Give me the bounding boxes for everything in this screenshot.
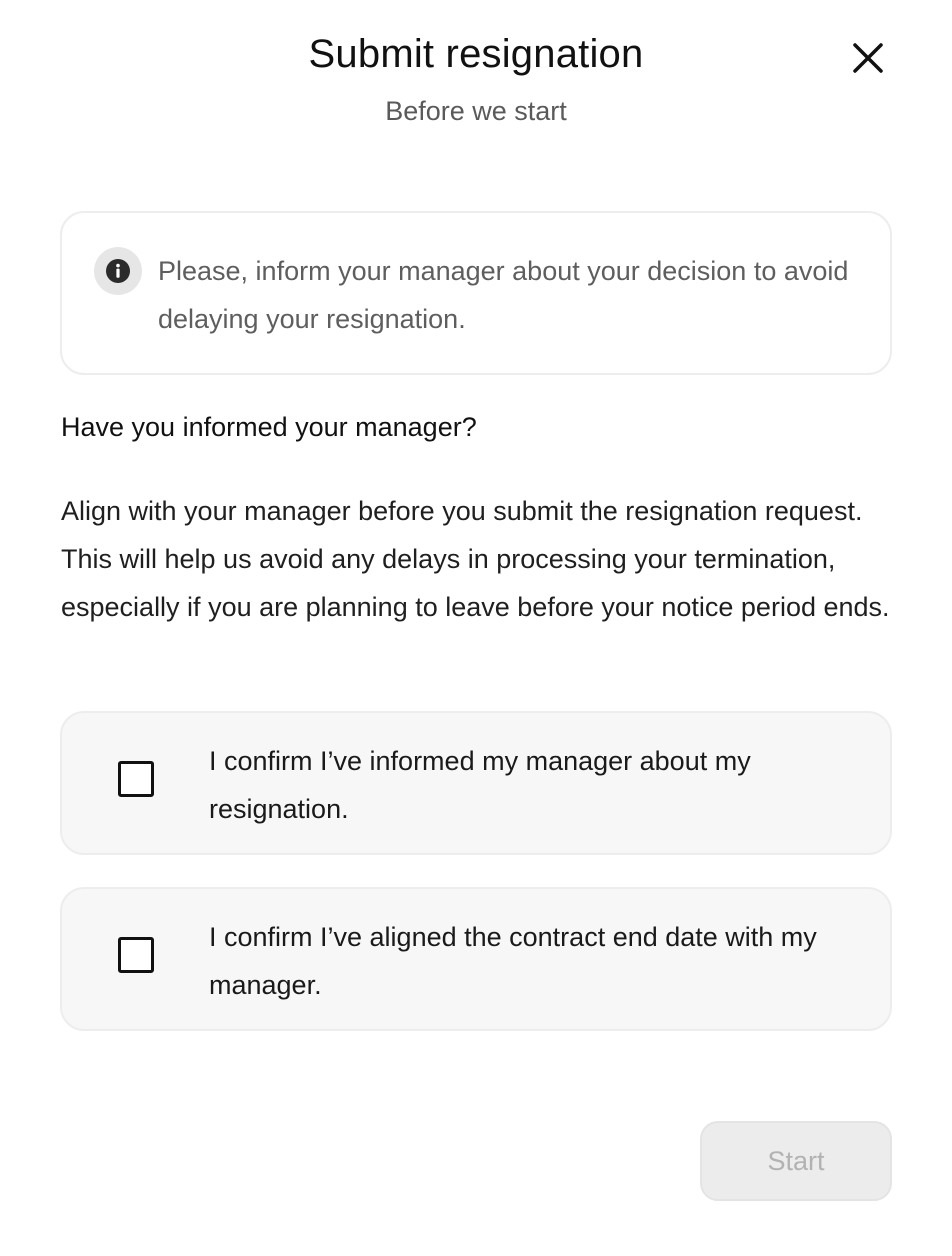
confirm-informed-manager-label: I confirm I’ve informed my manager about…: [209, 746, 751, 824]
confirm-informed-manager-option[interactable]: I confirm I’ve informed my manager about…: [60, 711, 892, 855]
info-icon: [94, 247, 142, 295]
section-description: Align with your manager before you submi…: [61, 496, 890, 622]
section-question: Have you informed your manager?: [61, 412, 477, 442]
confirm-informed-manager-checkbox[interactable]: [118, 761, 154, 797]
dialog-header: Submit resignation Before we start: [0, 0, 952, 160]
info-callout: Please, inform your manager about your d…: [60, 211, 892, 375]
resignation-dialog: Submit resignation Before we start Pleas…: [0, 0, 952, 1256]
close-icon: [853, 43, 883, 73]
dialog-title: Submit resignation: [308, 32, 644, 76]
start-button[interactable]: Start: [700, 1121, 892, 1201]
close-button[interactable]: [840, 30, 896, 86]
confirm-end-date-checkbox[interactable]: [118, 937, 154, 973]
confirm-end-date-label: I confirm I’ve aligned the contract end …: [209, 922, 817, 1000]
confirm-end-date-option[interactable]: I confirm I’ve aligned the contract end …: [60, 887, 892, 1031]
dialog-subtitle: Before we start: [385, 96, 567, 126]
info-message: Please, inform your manager about your d…: [158, 256, 849, 334]
